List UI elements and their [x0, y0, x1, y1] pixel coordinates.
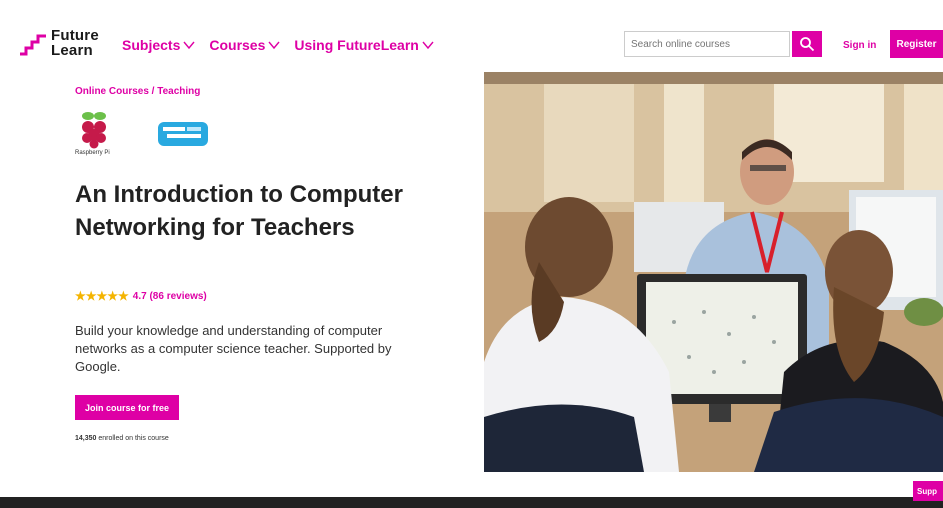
ncce-logo-icon: [158, 122, 208, 146]
futurelearn-logo-icon: [20, 34, 46, 56]
enrolled-count: 14,350 enrolled on this course: [75, 435, 169, 442]
search-button[interactable]: [792, 31, 822, 57]
search-field: [624, 31, 790, 57]
chevron-down-icon: [422, 41, 434, 50]
join-course-button[interactable]: Join course for free: [75, 395, 179, 420]
raspberry-pi-icon: [82, 112, 106, 149]
support-button[interactable]: Supp: [913, 481, 943, 501]
register-button[interactable]: Register: [890, 30, 943, 58]
page: Future Learn Subjects Courses Using Futu…: [0, 0, 943, 508]
search-input[interactable]: [625, 32, 787, 56]
rating-stars-icon: ★★★★★: [75, 289, 129, 303]
course-description: Build your knowledge and understanding o…: [75, 323, 392, 374]
breadcrumb[interactable]: Online Courses / Teaching: [75, 86, 200, 97]
bottom-edge: [0, 497, 943, 508]
site-header: Future Learn Subjects Courses Using Futu…: [0, 0, 943, 72]
futurelearn-logo[interactable]: Future Learn: [18, 26, 104, 62]
raspberry-pi-label: Raspberry Pi: [75, 150, 110, 156]
raspberry-pi-logo[interactable]: Raspberry Pi: [75, 110, 113, 158]
main-nav: Subjects Courses Using FutureLearn: [122, 37, 434, 53]
enrolled-suffix: enrolled on this course: [96, 435, 169, 442]
nav-subjects[interactable]: Subjects: [122, 37, 195, 53]
nav-courses[interactable]: Courses: [209, 37, 280, 53]
chevron-down-icon: [268, 41, 280, 50]
course-hero-image: [484, 72, 943, 472]
classroom-photo-image: [484, 72, 943, 472]
chevron-down-icon: [183, 41, 195, 50]
search-icon: [800, 37, 815, 52]
logo-wordmark: Future Learn: [51, 27, 99, 59]
sign-in-link[interactable]: Sign in: [843, 40, 876, 51]
ncce-logo[interactable]: [157, 119, 211, 149]
course-title: An Introduction to Computer Networking f…: [75, 181, 403, 241]
course-rating[interactable]: ★★★★★ 4.7 (86 reviews): [75, 289, 207, 303]
enrolled-number: 14,350: [75, 435, 97, 442]
nav-using-futurelearn[interactable]: Using FutureLearn: [294, 37, 434, 53]
rating-text: 4.7 (86 reviews): [132, 290, 207, 302]
